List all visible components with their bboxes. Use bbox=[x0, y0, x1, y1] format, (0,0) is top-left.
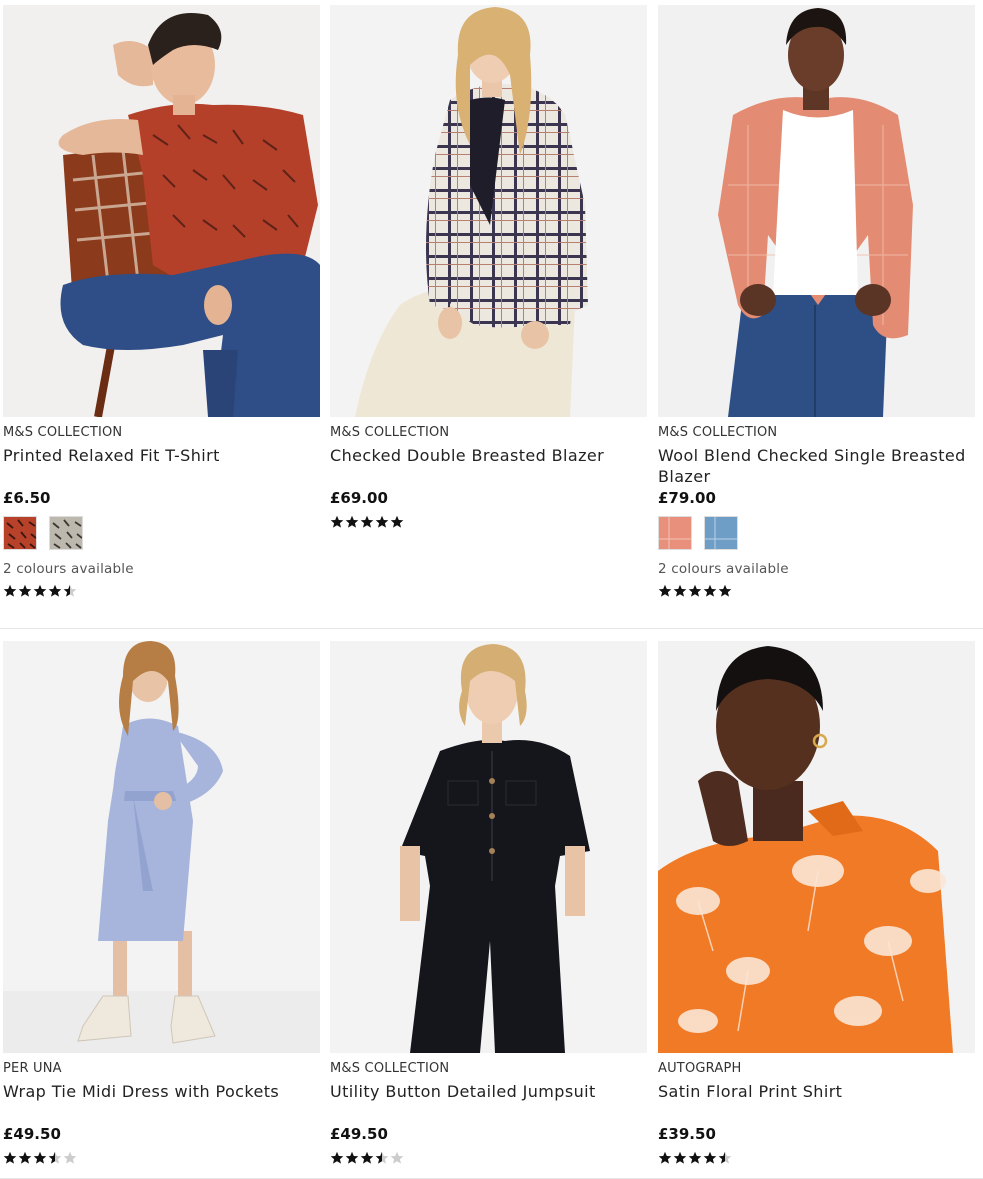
product-name[interactable]: Wool Blend Checked Single Breasted Blaze… bbox=[658, 445, 975, 487]
star-icon bbox=[703, 1151, 717, 1167]
star-icon bbox=[673, 584, 687, 600]
star-icon bbox=[48, 584, 62, 600]
star-rating bbox=[658, 1151, 975, 1167]
product-brand: M&S COLLECTION bbox=[3, 425, 123, 440]
star-icon bbox=[330, 1151, 344, 1167]
product-card[interactable]: M&S COLLECTION Utility Button Detailed J… bbox=[330, 641, 647, 1167]
product-name[interactable]: Wrap Tie Midi Dress with Pockets bbox=[3, 1081, 320, 1123]
product-image[interactable] bbox=[330, 641, 647, 1053]
product-card[interactable]: AUTOGRAPH Satin Floral Print Shirt £39.5… bbox=[658, 641, 975, 1167]
star-icon bbox=[33, 1151, 47, 1167]
star-icon bbox=[345, 515, 359, 531]
product-image[interactable] bbox=[658, 641, 975, 1053]
star-icon bbox=[345, 1151, 359, 1167]
product-price: £39.50 bbox=[658, 1125, 716, 1143]
row-divider bbox=[0, 628, 983, 629]
star-icon bbox=[375, 1151, 389, 1167]
product-brand: M&S COLLECTION bbox=[330, 1061, 450, 1076]
product-name[interactable]: Printed Relaxed Fit T-Shirt bbox=[3, 445, 320, 487]
star-icon bbox=[658, 1151, 672, 1167]
star-icon bbox=[63, 584, 77, 600]
star-icon bbox=[688, 1151, 702, 1167]
product-price: £49.50 bbox=[3, 1125, 61, 1143]
colours-available-text: 2 colours available bbox=[658, 561, 789, 577]
star-icon bbox=[703, 584, 717, 600]
product-brand: M&S COLLECTION bbox=[330, 425, 450, 440]
colours-available-text: 2 colours available bbox=[3, 561, 134, 577]
star-icon bbox=[48, 1151, 62, 1167]
star-icon bbox=[330, 515, 344, 531]
star-icon bbox=[63, 1151, 77, 1167]
star-icon bbox=[688, 584, 702, 600]
product-card[interactable]: PER UNA Wrap Tie Midi Dress with Pockets… bbox=[3, 641, 320, 1167]
colour-swatches bbox=[3, 516, 320, 552]
product-row: M&S COLLECTION Printed Relaxed Fit T-Shi… bbox=[0, 5, 983, 627]
star-rating bbox=[3, 1151, 320, 1167]
star-icon bbox=[718, 1151, 732, 1167]
product-image[interactable] bbox=[3, 5, 320, 417]
colour-swatch[interactable] bbox=[3, 516, 37, 550]
star-rating bbox=[658, 584, 975, 600]
star-icon bbox=[18, 584, 32, 600]
product-brand: PER UNA bbox=[3, 1061, 62, 1076]
star-icon bbox=[658, 584, 672, 600]
star-icon bbox=[360, 515, 374, 531]
product-card[interactable]: M&S COLLECTION Printed Relaxed Fit T-Shi… bbox=[3, 5, 320, 600]
product-card[interactable]: M&S COLLECTION Wool Blend Checked Single… bbox=[658, 5, 975, 600]
star-rating bbox=[3, 584, 320, 600]
star-icon bbox=[3, 1151, 17, 1167]
star-icon bbox=[673, 1151, 687, 1167]
product-brand: M&S COLLECTION bbox=[658, 425, 778, 440]
star-icon bbox=[375, 515, 389, 531]
product-image[interactable] bbox=[3, 641, 320, 1053]
product-brand: AUTOGRAPH bbox=[658, 1061, 742, 1076]
product-row: PER UNA Wrap Tie Midi Dress with Pockets… bbox=[0, 641, 983, 1177]
colour-swatches bbox=[658, 516, 975, 552]
product-name[interactable]: Satin Floral Print Shirt bbox=[658, 1081, 975, 1123]
colour-swatch[interactable] bbox=[49, 516, 83, 550]
star-icon bbox=[360, 1151, 374, 1167]
product-image[interactable] bbox=[658, 5, 975, 417]
star-icon bbox=[3, 584, 17, 600]
product-price: £49.50 bbox=[330, 1125, 388, 1143]
star-icon bbox=[718, 584, 732, 600]
colour-swatch[interactable] bbox=[658, 516, 692, 550]
product-price: £6.50 bbox=[3, 489, 51, 507]
star-icon bbox=[390, 515, 404, 531]
product-name[interactable]: Utility Button Detailed Jumpsuit bbox=[330, 1081, 647, 1123]
star-rating bbox=[330, 1151, 647, 1167]
colour-swatch[interactable] bbox=[704, 516, 738, 550]
star-icon bbox=[18, 1151, 32, 1167]
product-price: £69.00 bbox=[330, 489, 388, 507]
star-rating bbox=[330, 515, 647, 531]
product-image[interactable] bbox=[330, 5, 647, 417]
product-name[interactable]: Checked Double Breasted Blazer bbox=[330, 445, 647, 487]
star-icon bbox=[390, 1151, 404, 1167]
product-price: £79.00 bbox=[658, 489, 716, 507]
star-icon bbox=[33, 584, 47, 600]
product-card[interactable]: M&S COLLECTION Checked Double Breasted B… bbox=[330, 5, 647, 531]
